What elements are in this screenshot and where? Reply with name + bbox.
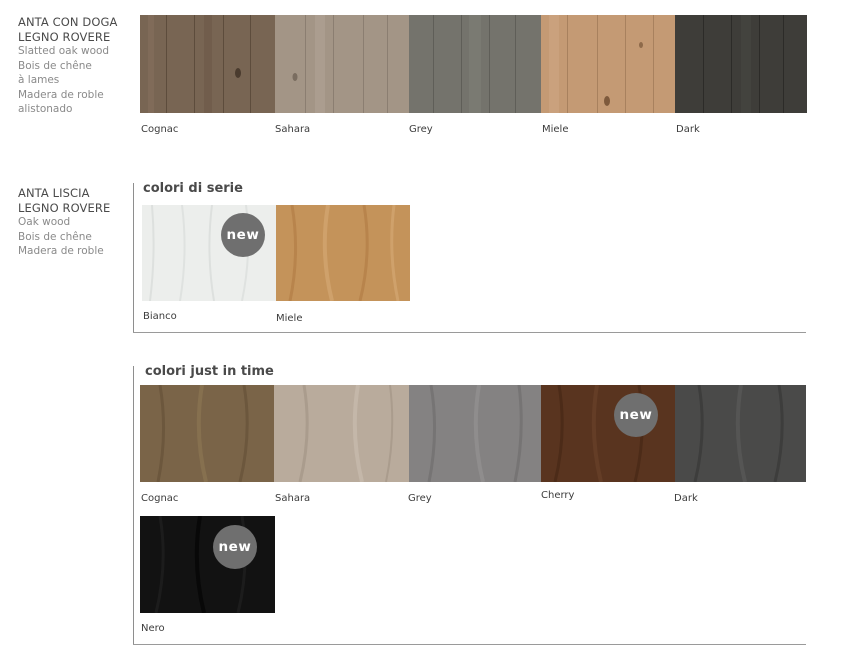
swatch-label: Sahara xyxy=(275,124,311,135)
section1-title-line2: LEGNO ROVERE xyxy=(18,29,111,44)
swatch-label: Bianco xyxy=(143,311,177,322)
wood-texture xyxy=(140,385,274,482)
section2-caption: ANTA LISCIA LEGNO ROVERE Oak wood Bois d… xyxy=(18,186,110,259)
swatch-label: Grey xyxy=(408,493,432,504)
section2-sub-en: Oak wood xyxy=(18,216,71,228)
swatch-label: Miele xyxy=(276,313,303,324)
swatch-label: Cognac xyxy=(141,124,179,135)
swatch-jit-dark xyxy=(675,385,806,482)
swatch-slatted-miele xyxy=(541,15,675,113)
section1-sub-es2: alistonado xyxy=(18,103,73,115)
swatch-label: Dark xyxy=(674,493,698,504)
section1-sub-fr1: Bois de chêne xyxy=(18,59,92,72)
section1-sub-es1: Madera de roble xyxy=(18,88,104,101)
section2-frame-bottom xyxy=(133,332,806,333)
wood-texture xyxy=(409,385,541,482)
swatch-jit-cognac xyxy=(140,385,274,482)
new-badge: new xyxy=(213,525,257,569)
section3-header: colori just in time xyxy=(145,364,274,379)
wood-texture xyxy=(541,15,675,113)
section1-sub-fr2: à lames xyxy=(18,74,60,86)
swatch-jit-grey xyxy=(409,385,541,482)
section3-frame-bottom xyxy=(133,644,806,645)
swatch-label: Sahara xyxy=(275,493,311,504)
wood-texture xyxy=(276,205,410,301)
swatch-label: Grey xyxy=(409,124,433,135)
section2-sub-fr: Bois de chêne xyxy=(18,230,92,243)
section2-header: colori di serie xyxy=(143,181,243,196)
wood-texture xyxy=(541,385,675,482)
wood-texture xyxy=(275,15,409,113)
wood-texture xyxy=(675,15,807,113)
swatch-slatted-sahara xyxy=(275,15,409,113)
swatch-label: Dark xyxy=(676,124,700,135)
new-badge: new xyxy=(614,393,658,437)
new-badge: new xyxy=(221,213,265,257)
wood-texture xyxy=(140,516,275,613)
swatch-jit-cherry xyxy=(541,385,675,482)
section2-frame-left xyxy=(133,183,134,333)
swatch-slatted-grey xyxy=(409,15,541,113)
swatch-slatted-dark xyxy=(675,15,807,113)
section3-frame-left xyxy=(133,366,134,645)
wood-texture xyxy=(409,15,541,113)
section1-title-line1: ANTA CON DOGA xyxy=(18,15,118,29)
swatch-miele xyxy=(276,205,410,301)
section2-sub-es: Madera de roble xyxy=(18,245,104,257)
swatch-label: Cherry xyxy=(541,490,575,501)
swatch-label: Cognac xyxy=(141,493,179,504)
section1-sub-en: Slatted oak wood xyxy=(18,45,110,57)
section2-title-line2: LEGNO ROVERE xyxy=(18,200,111,215)
wood-texture xyxy=(140,15,275,113)
swatch-jit-sahara xyxy=(274,385,409,482)
wood-texture xyxy=(675,385,806,482)
swatch-label: Miele xyxy=(542,124,569,135)
wood-texture xyxy=(274,385,409,482)
swatch-label: Nero xyxy=(141,623,165,634)
section1-caption: ANTA CON DOGA LEGNO ROVERE Slatted oak w… xyxy=(18,15,117,117)
swatch-slatted-cognac xyxy=(140,15,275,113)
section2-title-line1: ANTA LISCIA xyxy=(18,186,90,200)
swatch-jit-nero xyxy=(140,516,275,613)
